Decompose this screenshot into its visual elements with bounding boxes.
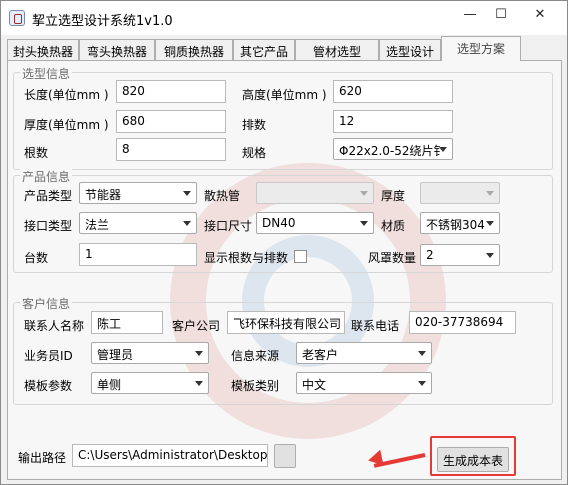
chevron-down-icon	[195, 381, 203, 386]
chevron-down-icon	[439, 147, 447, 152]
output-path-input[interactable]: C:\Users\Administrator\Desktop	[72, 444, 268, 467]
interface-size-label: 接口尺寸	[204, 219, 253, 233]
material-label: 材质	[381, 219, 406, 233]
tab-pipe-selection[interactable]: 管材选型	[295, 39, 379, 60]
chevron-down-icon	[486, 253, 494, 258]
product-type-value: 节能器	[85, 188, 122, 202]
title-bar: 挈立选型设计系统1v1.0 — ☐ ✕	[1, 1, 567, 35]
source-select[interactable]: 老客户	[296, 342, 432, 364]
app-icon	[9, 10, 25, 26]
agent-select[interactable]: 管理员	[91, 342, 209, 364]
height-input[interactable]: 620	[333, 80, 453, 103]
material-value: 不锈钢304	[426, 218, 485, 232]
interface-size-value: DN40	[262, 216, 296, 230]
tab-panel: 选型信息 长度(单位mm ) 820 高度(单位mm ) 620 厚度(单位mm…	[7, 60, 562, 480]
interface-type-value: 法兰	[85, 218, 110, 232]
radiator-label: 散热管	[204, 189, 241, 203]
template-type-value: 中文	[302, 378, 327, 392]
rows-input[interactable]: 12	[333, 110, 453, 133]
tab-strip: 封头换热器 弯头换热器 铜质换热器 其它产品 管材选型 选型设计 选型方案	[7, 36, 562, 61]
units-label: 台数	[24, 251, 49, 265]
chevron-down-icon	[360, 191, 368, 196]
count-input[interactable]: 8	[116, 138, 226, 161]
selection-info-group: 选型信息 长度(单位mm ) 820 高度(单位mm ) 620 厚度(单位mm…	[13, 65, 553, 170]
fan-count-select[interactable]: 2	[420, 244, 500, 266]
minimize-button[interactable]: —	[455, 5, 485, 25]
product-type-select[interactable]: 节能器	[79, 182, 197, 204]
customer-info-group: 客户信息 联系人名称 陈工 客户公司 飞环保科技有限公司 联系电话 020-37…	[13, 295, 553, 405]
tab-head-exchanger[interactable]: 封头换热器	[7, 39, 79, 60]
interface-type-select[interactable]: 法兰	[79, 212, 197, 234]
chevron-down-icon	[183, 191, 191, 196]
browse-button[interactable]	[274, 444, 296, 468]
phone-label: 联系电话	[351, 319, 400, 333]
interface-size-select[interactable]: DN40	[256, 212, 374, 234]
spec-select[interactable]: Φ22x2.0-52绕片钅	[333, 138, 453, 160]
phone-input[interactable]: 020-37738694	[409, 311, 516, 334]
company-input[interactable]: 飞环保科技有限公司	[227, 311, 345, 334]
tab-selection-design[interactable]: 选型设计	[379, 39, 441, 60]
chevron-down-icon	[195, 351, 203, 356]
rows-label: 排数	[242, 118, 267, 132]
chevron-down-icon	[360, 221, 368, 226]
product-type-label: 产品类型	[24, 189, 73, 203]
tab-other-products[interactable]: 其它产品	[233, 39, 295, 60]
customer-info-title: 客户信息	[20, 295, 73, 312]
spec-select-value: Φ22x2.0-52绕片钅	[339, 144, 446, 158]
material-select[interactable]: 不锈钢304	[420, 212, 500, 234]
length-label: 长度(单位mm )	[24, 88, 109, 102]
chevron-down-icon	[486, 191, 494, 196]
annotation-arrow-icon	[366, 449, 384, 469]
source-label: 信息来源	[231, 349, 280, 363]
product-thickness-label: 厚度	[381, 189, 406, 203]
show-count-label: 显示根数与排数	[204, 251, 289, 265]
chevron-down-icon	[418, 381, 426, 386]
count-label: 根数	[24, 146, 49, 160]
fan-count-value: 2	[426, 248, 434, 262]
interface-type-label: 接口类型	[24, 219, 73, 233]
spec-label: 规格	[242, 146, 267, 160]
maximize-button[interactable]: ☐	[486, 5, 516, 25]
company-label: 客户公司	[172, 319, 221, 333]
template-param-label: 模板参数	[24, 379, 73, 393]
contact-label: 联系人名称	[24, 319, 85, 333]
template-type-label: 模板类别	[231, 379, 280, 393]
radiator-select[interactable]	[256, 182, 374, 204]
units-input[interactable]: 1	[79, 243, 197, 266]
show-count-checkbox[interactable]	[294, 250, 307, 263]
window-title: 挈立选型设计系统1v1.0	[32, 14, 173, 29]
source-value: 老客户	[302, 348, 339, 362]
thickness-label: 厚度(单位mm )	[24, 118, 109, 132]
product-thickness-select[interactable]	[420, 182, 500, 204]
close-button[interactable]: ✕	[519, 5, 561, 25]
height-label: 高度(单位mm )	[242, 88, 327, 102]
output-path-label: 输出路径	[18, 451, 67, 465]
tab-elbow-exchanger[interactable]: 弯头换热器	[79, 39, 155, 60]
fan-count-label: 风罩数量	[368, 251, 417, 265]
length-input[interactable]: 820	[116, 80, 226, 103]
agent-value: 管理员	[97, 348, 134, 362]
thickness-input[interactable]: 680	[116, 110, 226, 133]
generate-cost-sheet-button[interactable]: 生成成本表	[437, 447, 509, 472]
template-type-select[interactable]: 中文	[296, 372, 432, 394]
chevron-down-icon	[486, 221, 494, 226]
selection-info-title: 选型信息	[20, 65, 73, 82]
product-info-group: 产品信息 产品类型 节能器 散热管 厚度 接口类型 法兰 接口尺寸 DN40 材…	[13, 168, 553, 273]
template-param-select[interactable]: 单侧	[91, 372, 209, 394]
tab-copper-exchanger[interactable]: 铜质换热器	[155, 39, 233, 60]
chevron-down-icon	[183, 221, 191, 226]
contact-input[interactable]: 陈工	[91, 311, 163, 334]
product-info-title: 产品信息	[20, 168, 73, 185]
agent-label: 业务员ID	[24, 349, 73, 363]
tab-selection-plan[interactable]: 选型方案	[441, 36, 521, 61]
chevron-down-icon	[418, 351, 426, 356]
app-window: 挈立选型设计系统1v1.0 — ☐ ✕ 封头换热器 弯头换热器 铜质换热器 其它…	[0, 0, 568, 485]
template-param-value: 单侧	[97, 378, 122, 392]
